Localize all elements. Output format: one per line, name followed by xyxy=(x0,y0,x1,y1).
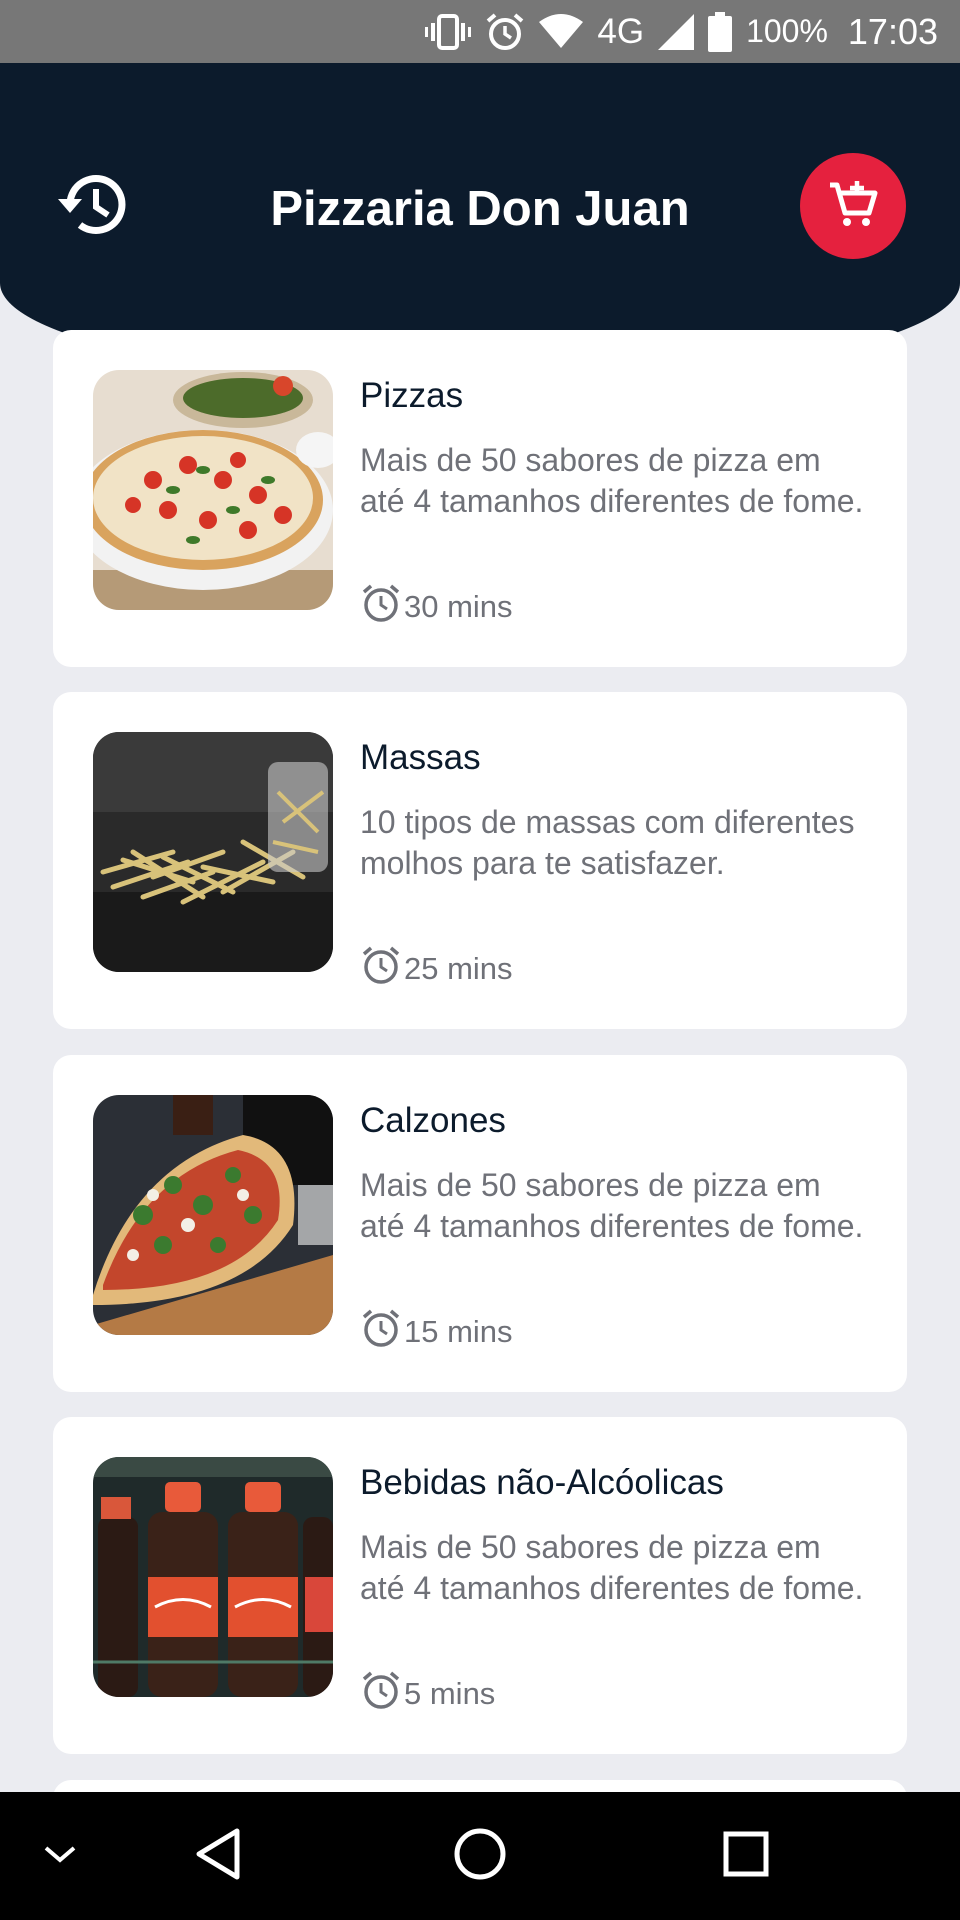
prep-time-label: 30 mins xyxy=(404,589,513,624)
battery-percentage: 100% xyxy=(746,13,828,49)
history-button[interactable] xyxy=(52,167,132,247)
add-to-cart-button[interactable] xyxy=(800,153,906,259)
system-nav-bar xyxy=(0,1792,960,1920)
add-shopping-cart-icon xyxy=(828,179,878,234)
prep-time-label: 25 mins xyxy=(404,951,513,986)
category-title: Bebidas não-Alcóolicas xyxy=(360,1463,724,1502)
status-bar: 4G 100% 17:03 xyxy=(0,0,960,63)
prep-time: 30 mins xyxy=(360,582,513,632)
category-card-massas[interactable]: Massas 10 tipos de massas com diferentes… xyxy=(53,692,907,1029)
recents-icon xyxy=(722,1830,770,1883)
category-description: Mais de 50 sabores de pizza em até 4 tam… xyxy=(360,442,864,519)
category-title: Massas xyxy=(360,738,481,777)
alarm-icon xyxy=(485,12,525,52)
vibrate-icon xyxy=(425,13,472,50)
pasta-photo xyxy=(93,732,333,972)
category-title: Calzones xyxy=(360,1101,506,1140)
category-description: 10 tipos de massas com diferentes molhos… xyxy=(360,804,855,881)
category-description: Mais de 50 sabores de pizza em até 4 tam… xyxy=(360,1167,864,1244)
prep-time: 5 mins xyxy=(360,1669,495,1719)
network-icon: 4G xyxy=(597,11,645,51)
soda-bottles-photo xyxy=(93,1457,333,1697)
category-card-calzones[interactable]: Calzones Mais de 50 sabores de pizza em … xyxy=(53,1055,907,1392)
nav-home-button[interactable] xyxy=(420,1792,540,1920)
category-description: Mais de 50 sabores de pizza em até 4 tam… xyxy=(360,1529,864,1606)
category-card-pizzas[interactable]: Pizzas Mais de 50 sabores de pizza em at… xyxy=(53,330,907,667)
alarm-clock-icon xyxy=(360,582,402,632)
battery-icon xyxy=(708,11,733,52)
back-icon xyxy=(193,1827,243,1886)
alarm-clock-icon xyxy=(360,1669,402,1719)
nav-collapse-button[interactable] xyxy=(0,1792,120,1920)
category-card-bebidas[interactable]: Bebidas não-Alcóolicas Mais de 50 sabore… xyxy=(53,1417,907,1754)
calzone-photo xyxy=(93,1095,333,1335)
pizza-photo xyxy=(93,370,333,610)
clock: 17:03 xyxy=(847,10,938,52)
home-icon xyxy=(452,1826,508,1887)
prep-time: 15 mins xyxy=(360,1307,513,1357)
prep-time-label: 5 mins xyxy=(404,1676,496,1711)
prep-time: 25 mins xyxy=(360,944,513,994)
alarm-clock-icon xyxy=(360,1307,402,1357)
chevron-down-icon xyxy=(42,1842,78,1871)
nav-back-button[interactable] xyxy=(158,1792,278,1920)
alarm-clock-icon xyxy=(360,944,402,994)
wifi-icon xyxy=(539,13,584,50)
app-title: Pizzaria Don Juan xyxy=(270,182,690,236)
history-icon xyxy=(54,171,130,244)
signal-icon xyxy=(658,13,695,50)
prep-time-label: 15 mins xyxy=(404,1314,513,1349)
category-title: Pizzas xyxy=(360,376,464,415)
nav-recents-button[interactable] xyxy=(686,1792,806,1920)
